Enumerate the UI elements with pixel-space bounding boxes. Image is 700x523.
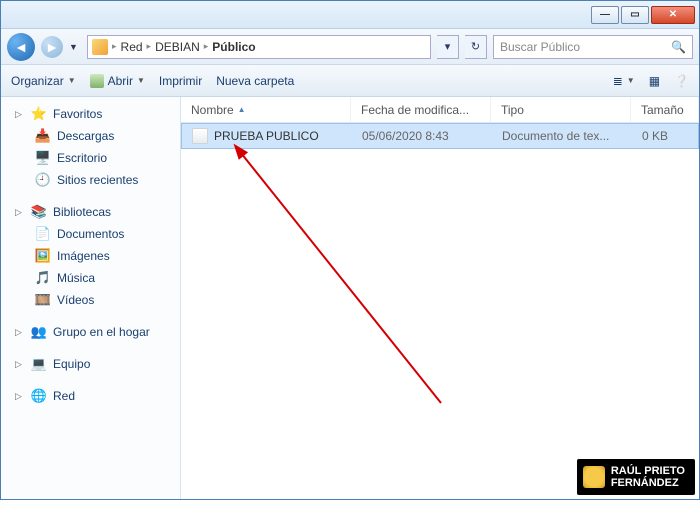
breadcrumb-l1[interactable]: DEBIAN xyxy=(155,40,200,54)
breadcrumb-l2[interactable]: Público xyxy=(212,40,255,54)
network-icon: 🌐 xyxy=(31,388,47,404)
sidebar-libraries[interactable]: ▷📚Bibliotecas xyxy=(1,201,180,223)
homegroup-icon: 👥 xyxy=(31,324,47,340)
maximize-button[interactable]: ▭ xyxy=(621,6,649,24)
computer-icon: 💻 xyxy=(31,356,47,372)
sidebar-item-recent[interactable]: 🕘Sitios recientes xyxy=(1,169,180,191)
sidebar-network[interactable]: ▷🌐Red xyxy=(1,385,180,407)
col-name[interactable]: Nombre▲ xyxy=(181,97,351,122)
breadcrumb-root[interactable]: Red xyxy=(121,40,143,54)
file-type: Documento de tex... xyxy=(492,129,632,143)
sort-asc-icon: ▲ xyxy=(238,105,246,114)
folder-icon xyxy=(92,39,108,55)
preview-pane-button[interactable]: ▦ xyxy=(649,74,660,88)
search-icon: 🔍 xyxy=(671,40,686,54)
open-button[interactable]: Abrir▼ xyxy=(90,74,145,88)
music-icon: 🎵 xyxy=(35,270,51,286)
view-menu[interactable]: ≣ ▼ xyxy=(613,74,635,88)
sidebar-item-videos[interactable]: 🎞️Vídeos xyxy=(1,289,180,311)
column-headers: Nombre▲ Fecha de modifica... Tipo Tamaño xyxy=(181,97,699,123)
video-icon: 🎞️ xyxy=(35,292,51,308)
newfolder-button[interactable]: Nueva carpeta xyxy=(216,74,294,88)
address-bar[interactable]: ▸ Red ▸ DEBIAN ▸ Público xyxy=(87,35,431,59)
organize-menu[interactable]: Organizar▼ xyxy=(11,74,76,88)
sidebar-item-documents[interactable]: 📄Documentos xyxy=(1,223,180,245)
forward-button[interactable]: ► xyxy=(41,36,63,58)
sidebar-item-music[interactable]: 🎵Música xyxy=(1,267,180,289)
toolbar: Organizar▼ Abrir▼ Imprimir Nueva carpeta… xyxy=(1,65,699,97)
close-button[interactable]: ✕ xyxy=(651,6,695,24)
nav-history-dropdown[interactable]: ▼ xyxy=(69,42,81,52)
sidebar-item-images[interactable]: 🖼️Imágenes xyxy=(1,245,180,267)
body: ▷⭐Favoritos 📥Descargas 🖥️Escritorio 🕘Sit… xyxy=(1,97,699,499)
library-icon: 📚 xyxy=(31,204,47,220)
sidebar-computer[interactable]: ▷💻Equipo xyxy=(1,353,180,375)
file-pane: Nombre▲ Fecha de modifica... Tipo Tamaño… xyxy=(181,97,699,499)
col-modified[interactable]: Fecha de modifica... xyxy=(351,97,491,122)
file-modified: 05/06/2020 8:43 xyxy=(352,129,492,143)
sidebar-homegroup[interactable]: ▷👥Grupo en el hogar xyxy=(1,321,180,343)
navbar: ◄ ► ▼ ▸ Red ▸ DEBIAN ▸ Público ▾ ↻ Busca… xyxy=(1,29,699,65)
file-name: PRUEBA PUBLICO xyxy=(214,129,319,143)
help-button[interactable]: ❔ xyxy=(674,74,689,88)
refresh-button[interactable]: ↻ xyxy=(465,35,487,59)
col-size[interactable]: Tamaño xyxy=(631,97,699,122)
image-icon: 🖼️ xyxy=(35,248,51,264)
sidebar-item-desktop[interactable]: 🖥️Escritorio xyxy=(1,147,180,169)
document-icon: 📄 xyxy=(35,226,51,242)
search-placeholder: Buscar Público xyxy=(500,40,580,54)
print-button[interactable]: Imprimir xyxy=(159,74,202,88)
col-type[interactable]: Tipo xyxy=(491,97,631,122)
download-icon: 📥 xyxy=(35,128,51,144)
sidebar-item-downloads[interactable]: 📥Descargas xyxy=(1,125,180,147)
address-dropdown[interactable]: ▾ xyxy=(437,35,459,59)
sidebar-favorites[interactable]: ▷⭐Favoritos xyxy=(1,103,180,125)
star-icon: ⭐ xyxy=(31,106,47,122)
watermark: RAÚL PRIETO FERNÁNDEZ xyxy=(577,459,695,495)
titlebar: — ▭ ✕ xyxy=(1,1,699,29)
textfile-icon xyxy=(192,128,208,144)
open-icon xyxy=(90,74,104,88)
explorer-window: — ▭ ✕ ◄ ► ▼ ▸ Red ▸ DEBIAN ▸ Público ▾ ↻… xyxy=(0,0,700,500)
sidebar: ▷⭐Favoritos 📥Descargas 🖥️Escritorio 🕘Sit… xyxy=(1,97,181,499)
file-row[interactable]: PRUEBA PUBLICO 05/06/2020 8:43 Documento… xyxy=(181,123,699,149)
file-list: PRUEBA PUBLICO 05/06/2020 8:43 Documento… xyxy=(181,123,699,499)
search-input[interactable]: Buscar Público 🔍 xyxy=(493,35,693,59)
back-button[interactable]: ◄ xyxy=(7,33,35,61)
file-size: 0 KB xyxy=(632,129,698,143)
minimize-button[interactable]: — xyxy=(591,6,619,24)
recent-icon: 🕘 xyxy=(35,172,51,188)
desktop-icon: 🖥️ xyxy=(35,150,51,166)
